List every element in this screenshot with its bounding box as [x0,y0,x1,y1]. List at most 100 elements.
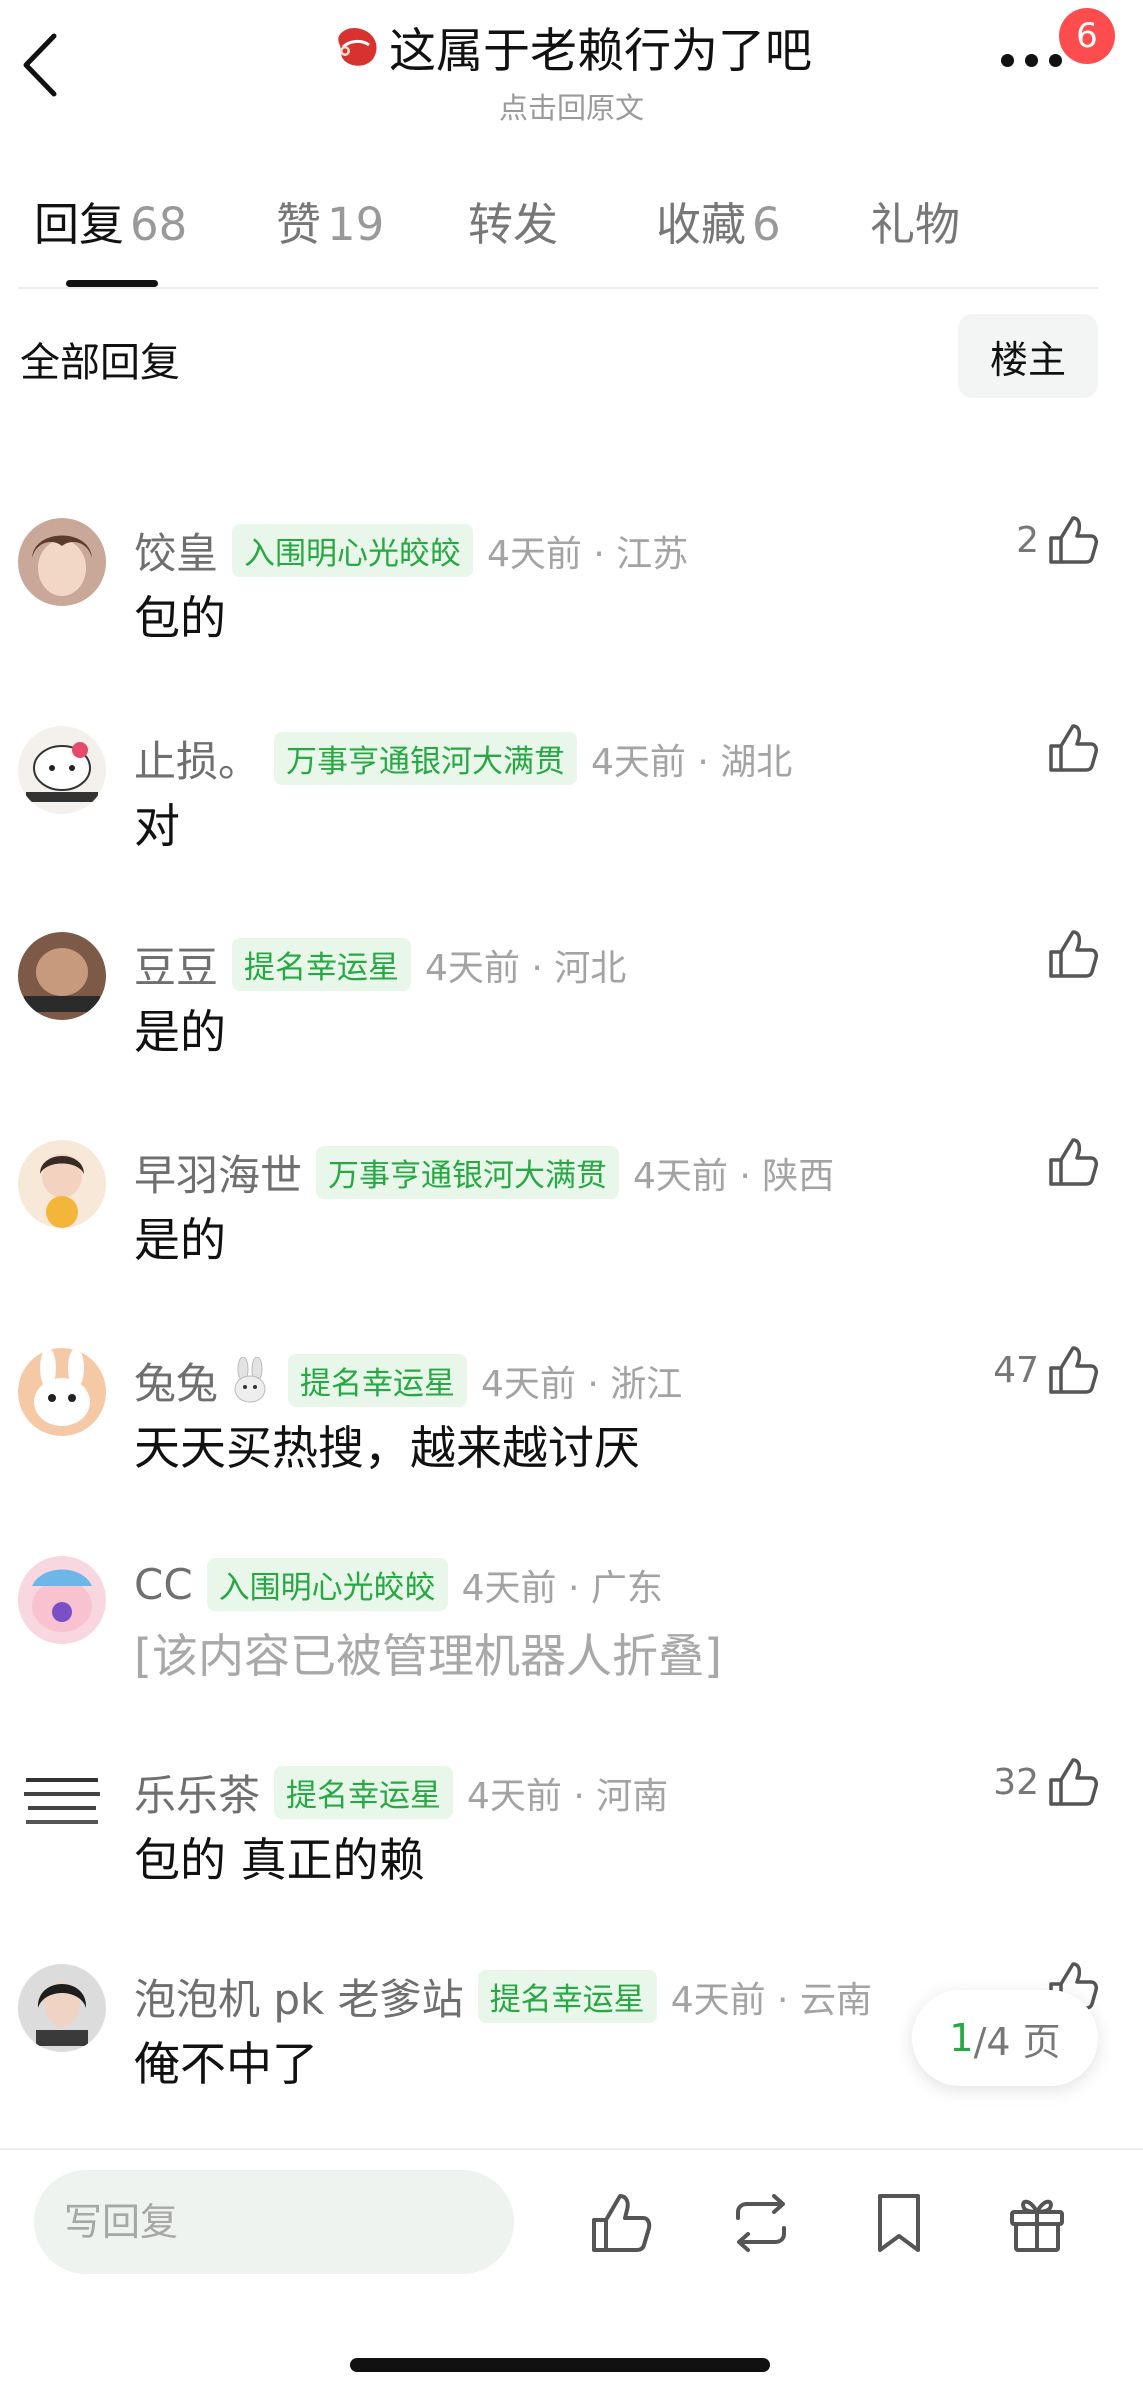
more-button[interactable] [1001,48,1071,72]
tab-reposts[interactable]: 转发 [468,188,558,253]
avatar[interactable] [18,1140,106,1228]
tab-label: 回复 [34,198,125,251]
like-count: 47 [993,1349,1039,1391]
user-tag: 提名幸运星 [288,1354,468,1407]
timestamp: 4天前 [591,741,686,783]
like-button[interactable] [1039,720,1101,776]
timestamp-location: 4天前 · 浙江 [481,1363,683,1405]
timestamp-location: 4天前 · 广东 [461,1567,663,1609]
tab-count: 19 [327,198,385,251]
comment-meta: 泡泡机 pk 老爹站 提名幸运星 4天前 · 云南 [134,1966,872,2027]
like-button[interactable] [1039,1134,1101,1190]
comment-text: 是的 [134,1213,226,1267]
folded-comment-text: [该内容已被管理机器人折叠] [134,1629,722,1683]
like-count: 2 [1016,519,1039,561]
tab-bar: 回复 68 赞 19 转发 收藏 6 礼物 [0,188,1143,288]
thumbs-up-icon [1049,1758,1098,1806]
username[interactable]: 豆豆 [134,934,218,995]
avatar[interactable] [18,1348,106,1436]
timestamp: 4天前 [425,947,520,989]
like-button[interactable]: 47 [993,1342,1101,1398]
username[interactable]: 饺皇 [134,520,218,581]
username[interactable]: 泡泡机 pk 老爹站 [134,1966,464,2027]
timestamp: 4天前 [461,1567,557,1609]
timestamp: 4天前 [467,1775,562,1817]
tab-replies[interactable]: 回复 68 [34,188,187,253]
like-button[interactable]: 2 [1016,512,1101,568]
timestamp: 4天前 [633,1155,728,1197]
timestamp-location: 4天前 · 云南 [670,1979,872,2021]
timestamp: 4天前 [481,1363,576,1405]
comment-text: 是的 [134,1005,226,1059]
comment-meta: 豆豆 提名幸运星 4天前 · 河北 [134,934,626,995]
user-tag: 提名幸运星 [232,938,412,991]
more-icon-dot [1025,54,1038,67]
comment-meta: 兔兔 提名幸运星 4天前 · 浙江 [134,1350,682,1411]
timestamp-location: 4天前 · 湖北 [591,741,793,783]
more-icon [1001,54,1014,67]
avatar[interactable] [18,726,106,814]
timestamp-location: 4天前 · 江苏 [487,533,689,575]
divider [18,287,1098,289]
username[interactable]: 兔兔 [134,1350,218,1411]
steak-icon [338,27,377,66]
like-button[interactable]: 32 [993,1754,1101,1810]
comment-text: 对 [134,799,180,853]
user-tag: 入围明心光皎皎 [232,524,474,577]
tab-favorites[interactable]: 收藏 6 [656,188,781,253]
user-tag: 提名幸运星 [274,1766,454,1819]
avatar[interactable] [18,1964,106,2052]
location: 河北 [554,947,627,989]
tab-likes[interactable]: 赞 19 [276,188,384,253]
tab-label: 收藏 [656,198,747,251]
tab-count: 6 [752,198,781,251]
gift-icon[interactable] [1002,2188,1072,2258]
thumbs-up-icon [1049,724,1098,772]
tab-label: 礼物 [870,198,961,251]
location: 河南 [596,1775,669,1817]
username[interactable]: CC [134,1560,193,1609]
location: 陕西 [762,1155,835,1197]
comment-text: 天天买热搜，越来越讨厌 [134,1421,640,1475]
header: 这属于老赖行为了吧 点击回原文 [0,12,1143,127]
username[interactable]: 止损。 [134,728,260,789]
comment-text: 包的 [134,591,226,645]
avatar[interactable] [18,1760,106,1848]
location: 浙江 [610,1363,683,1405]
reply-input[interactable] [34,2170,514,2274]
comment-meta: CC 入围明心光皎皎 4天前 · 广东 [134,1558,663,1611]
user-tag: 提名幸运星 [477,1970,657,2023]
thumbs-up-icon [1049,930,1098,978]
username[interactable]: 乐乐茶 [134,1762,260,1823]
avatar[interactable] [18,518,106,606]
location: 湖北 [720,741,793,783]
thumbs-up-icon [1049,1346,1098,1394]
like-icon[interactable] [586,2188,656,2258]
all-replies-label: 全部回复 [20,340,180,386]
owner-only-button[interactable]: 楼主 [958,314,1098,398]
avatar[interactable] [18,932,106,1020]
avatar[interactable] [18,1556,106,1644]
location: 云南 [799,1979,872,2021]
timestamp: 4天前 [670,1979,766,2021]
divider [0,2148,1143,2150]
like-button[interactable] [1039,926,1101,982]
like-count: 32 [993,1761,1039,1803]
comment-meta: 饺皇 入围明心光皎皎 4天前 · 江苏 [134,520,688,581]
bookmark-icon[interactable] [864,2188,934,2258]
home-indicator [350,2358,770,2372]
total-pages: /4 页 [973,2019,1061,2064]
rabbit-icon [234,1356,266,1402]
timestamp-location: 4天前 · 河北 [425,947,627,989]
location: 江苏 [616,533,689,575]
back-to-original-link[interactable]: 点击回原文 [0,85,1143,127]
timestamp-location: 4天前 · 陕西 [633,1155,835,1197]
active-tab-indicator [66,280,158,287]
username[interactable]: 早羽海世 [134,1142,302,1203]
timestamp: 4天前 [487,533,582,575]
page-title: 这属于老赖行为了吧 [389,24,812,79]
tab-gifts[interactable]: 礼物 [870,188,960,253]
notification-badge: 6 [1059,8,1115,64]
page-indicator[interactable]: 1/4 页 [912,1990,1098,2086]
repost-icon[interactable] [726,2188,796,2258]
